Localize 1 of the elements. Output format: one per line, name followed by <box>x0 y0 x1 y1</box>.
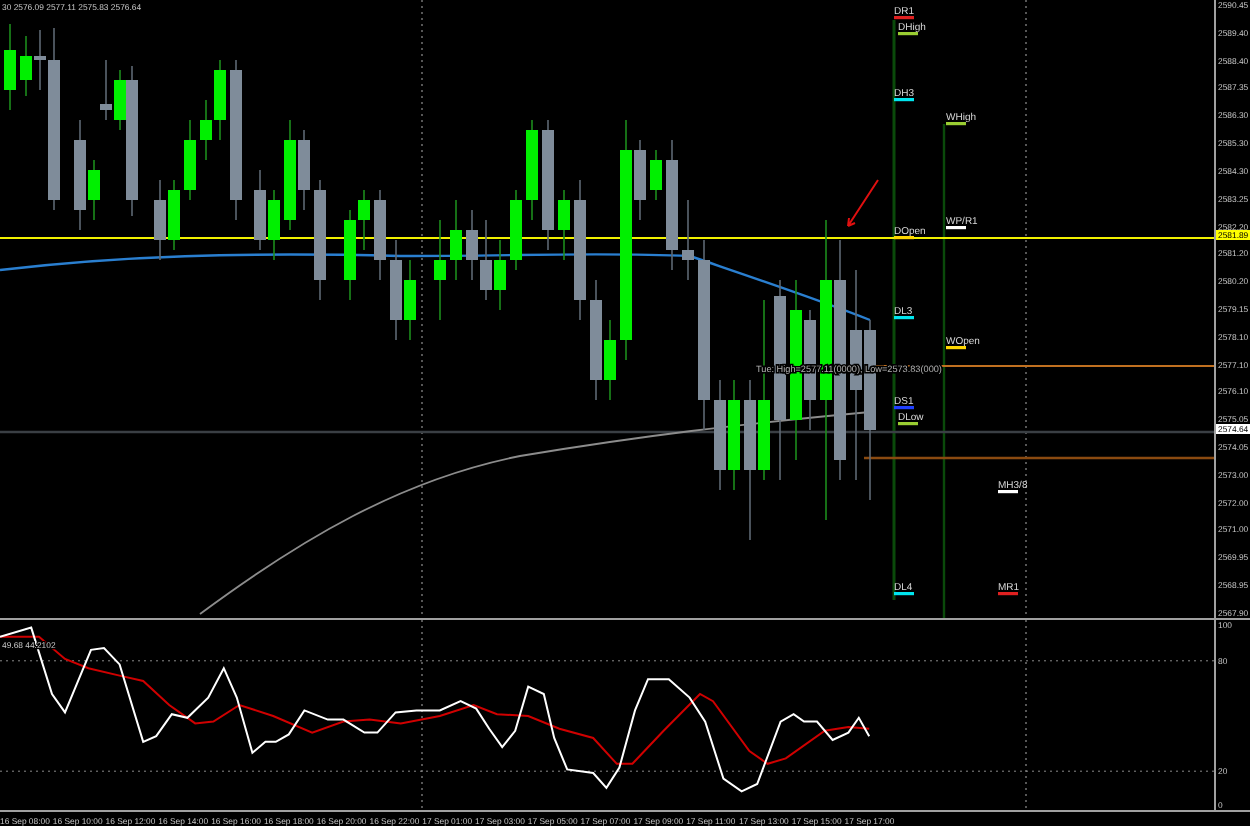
arrow-icon <box>847 179 879 227</box>
